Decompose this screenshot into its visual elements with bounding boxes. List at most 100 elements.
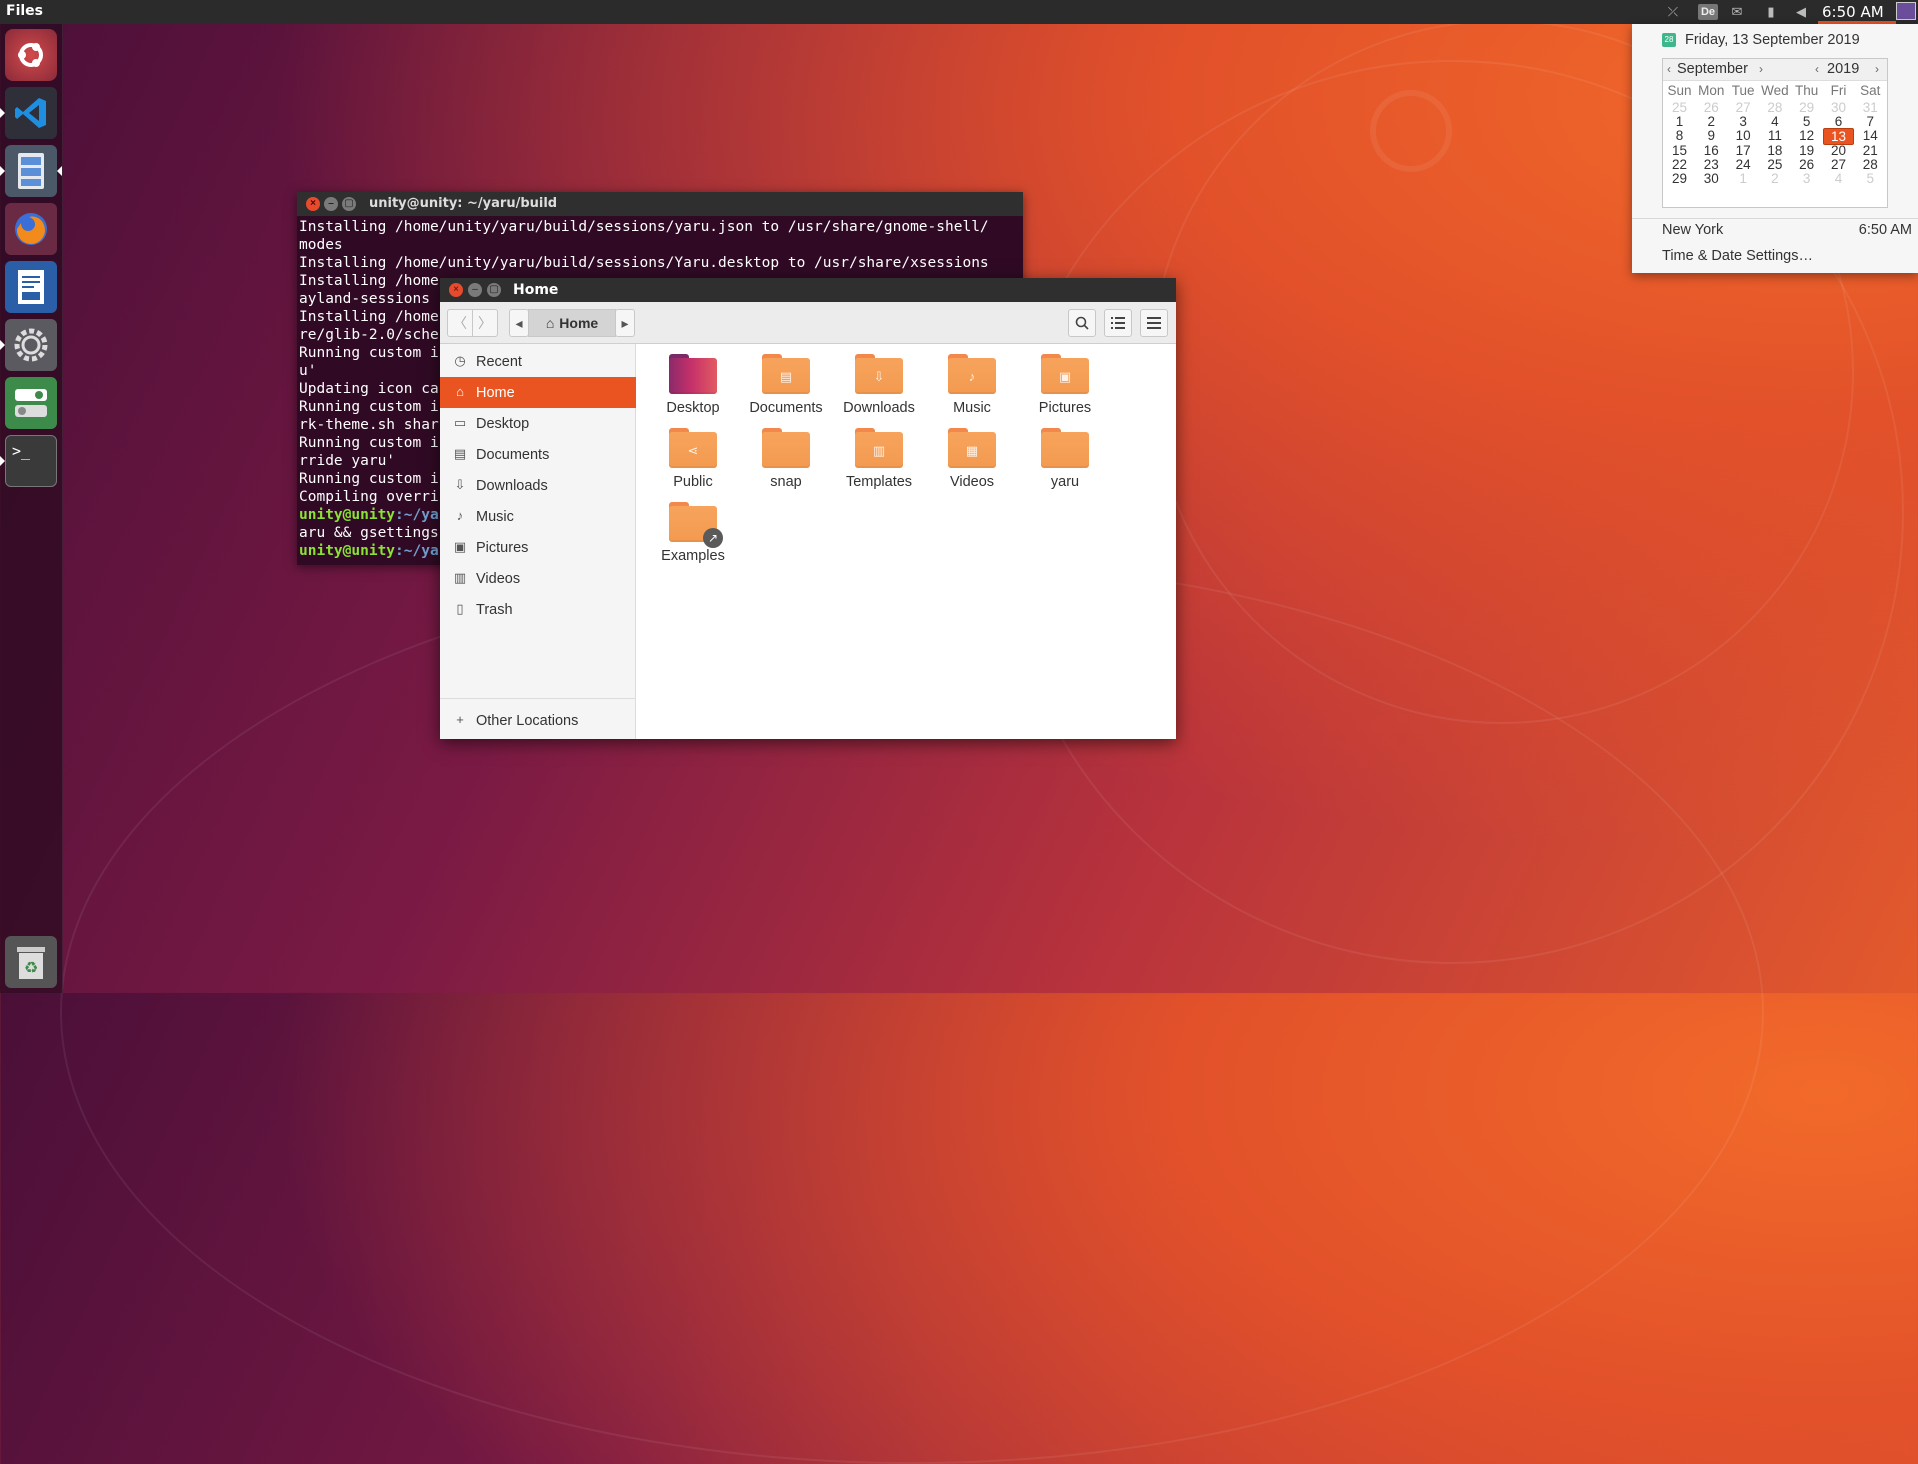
sidebar-item-downloads[interactable]: ⇩ Downloads [440,470,636,501]
maximize-icon[interactable]: ▢ [342,197,356,211]
calendar-day[interactable]: 19 [1791,143,1822,158]
file-item[interactable]: ⇩ Downloads [833,354,925,428]
firefox-icon[interactable] [5,203,57,255]
calendar-day[interactable]: 14 [1855,128,1886,143]
calendar-day[interactable]: 29 [1664,171,1695,186]
menu-button[interactable] [1140,309,1168,337]
file-view[interactable]: Desktop ▤ Documents ⇩ Downloads ♪ Music ▣ Pictur… [637,344,1176,739]
network-icon[interactable]: ⤫ [1664,4,1682,20]
file-item[interactable]: snap [740,428,832,502]
calendar-day[interactable]: 27 [1823,157,1854,172]
panel-clock[interactable]: 6:50 AM [1822,3,1884,21]
ubuntu-icon[interactable] [5,29,57,81]
panel-app-title[interactable]: Files [6,3,43,19]
sidebar-item-trash[interactable]: ▯ Trash [440,594,636,625]
volume-icon[interactable]: ◀ [1792,4,1810,20]
calendar-day-other-month[interactable]: 31 [1855,100,1886,115]
calendar-day[interactable]: 28 [1855,157,1886,172]
trash-icon[interactable]: ♻ [5,936,57,988]
prev-month-button[interactable]: ‹ [1667,62,1671,76]
vscode-icon[interactable] [5,87,57,139]
back-button[interactable]: 〈 [447,309,473,337]
calendar-day[interactable]: 5 [1791,114,1822,129]
calendar-day[interactable]: 21 [1855,143,1886,158]
next-month-button[interactable]: › [1759,62,1763,76]
calendar-widget[interactable]: ‹ September › ‹ 2019 › Sun Mon Tue Wed Thu Fr… [1662,58,1888,208]
minimize-icon[interactable]: – [324,197,338,211]
calendar-day-other-month[interactable]: 4 [1823,171,1854,186]
calendar-day[interactable]: 7 [1855,114,1886,129]
forward-button[interactable]: 〉 [472,309,498,337]
calendar-day[interactable]: 22 [1664,157,1695,172]
calendar-day[interactable]: 17 [1728,143,1759,158]
calendar-day-other-month[interactable]: 28 [1759,100,1790,115]
calendar-day[interactable]: 9 [1696,128,1727,143]
sidebar-item-other-locations[interactable]: + Other Locations [440,705,636,736]
file-item[interactable]: ▣ Pictures [1019,354,1111,428]
calendar-day[interactable]: 6 [1823,114,1854,129]
terminal-titlebar[interactable]: × – ▢ unity@unity: ~/yaru/build [297,192,1023,216]
calendar-day[interactable]: 15 [1664,143,1695,158]
next-year-button[interactable]: › [1875,62,1879,76]
calendar-day-other-month[interactable]: 5 [1855,171,1886,186]
close-icon[interactable]: × [449,283,463,297]
calendar-day-other-month[interactable]: 2 [1759,171,1790,186]
calendar-day[interactable]: 10 [1728,128,1759,143]
calendar-day[interactable]: 8 [1664,128,1695,143]
calendar-day[interactable]: 16 [1696,143,1727,158]
calendar-day[interactable]: 1 [1664,114,1695,129]
tweaks-icon[interactable] [5,377,57,429]
calendar-day[interactable]: 23 [1696,157,1727,172]
sidebar-item-music[interactable]: ♪ Music [440,501,636,532]
file-item[interactable]: ↗ Examples [647,502,739,576]
calendar-day[interactable]: 4 [1759,114,1790,129]
location-city[interactable]: New York [1662,222,1723,238]
calendar-day[interactable]: 30 [1696,171,1727,186]
search-button[interactable] [1068,309,1096,337]
minimize-icon[interactable]: – [468,283,482,297]
calendar-day-other-month[interactable]: 26 [1696,100,1727,115]
calendar-day[interactable]: 12 [1791,128,1822,143]
date-header[interactable]: Friday, 13 September 2019 [1685,32,1860,48]
path-left-arrow[interactable]: ◂ [509,309,529,337]
path-right-arrow[interactable]: ▸ [615,309,635,337]
close-icon[interactable]: × [306,197,320,211]
writer-icon[interactable] [5,261,57,313]
settings-icon[interactable] [5,319,57,371]
calendar-day[interactable]: 11 [1759,128,1790,143]
calendar-day[interactable]: 26 [1791,157,1822,172]
sidebar-item-recent[interactable]: ◷ Recent [440,346,636,377]
calendar-day-other-month[interactable]: 27 [1728,100,1759,115]
file-item[interactable]: Desktop [647,354,739,428]
file-item[interactable]: ♪ Music [926,354,1018,428]
view-list-button[interactable] [1104,309,1132,337]
calendar-day[interactable]: 20 [1823,143,1854,158]
file-item[interactable]: ▥ Templates [833,428,925,502]
sidebar-item-home[interactable]: ⌂ Home [440,377,636,408]
time-date-settings-item[interactable]: Time & Date Settings… [1662,248,1813,264]
file-item[interactable]: yaru [1019,428,1111,502]
calendar-day-other-month[interactable]: 3 [1791,171,1822,186]
prev-year-button[interactable]: ‹ [1815,62,1819,76]
terminal-icon[interactable]: >_ [5,435,57,487]
mail-icon[interactable]: ✉ [1728,4,1746,20]
calendar-day[interactable]: 3 [1728,114,1759,129]
file-item[interactable]: ⋖ Public [647,428,739,502]
calendar-day-other-month[interactable]: 30 [1823,100,1854,115]
file-item[interactable]: ▤ Documents [740,354,832,428]
keyboard-layout-indicator[interactable]: De [1698,4,1718,20]
path-bar-home[interactable]: ⌂ Home [528,309,616,337]
files-icon[interactable] [5,145,57,197]
calendar-day[interactable]: 25 [1759,157,1790,172]
calendar-day-other-month[interactable]: 25 [1664,100,1695,115]
sidebar-item-videos[interactable]: ▥ Videos [440,563,636,594]
sidebar-item-documents[interactable]: ▤ Documents [440,439,636,470]
sidebar-item-pictures[interactable]: ▣ Pictures [440,532,636,563]
file-item[interactable]: ▦ Videos [926,428,1018,502]
calendar-day[interactable]: 2 [1696,114,1727,129]
maximize-icon[interactable]: ▢ [487,283,501,297]
battery-icon[interactable]: ▮ [1762,4,1780,20]
calendar-day-other-month[interactable]: 1 [1728,171,1759,186]
session-icon[interactable] [1896,2,1916,20]
files-window[interactable]: × – ▢ Home 〈 〉 ◂ ⌂ Home ▸ ◷ Recent ⌂ Home ▭ De… [440,278,1176,739]
